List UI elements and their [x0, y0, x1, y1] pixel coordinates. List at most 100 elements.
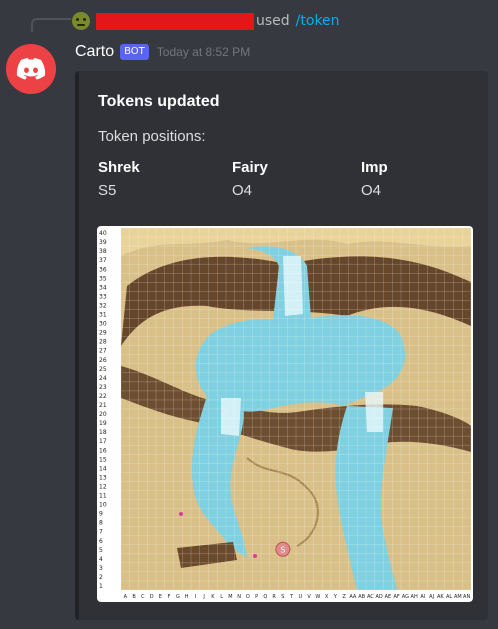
map-row-label: 19 — [99, 420, 107, 427]
field-value: S5 — [98, 182, 117, 199]
map-col-label: T — [289, 594, 294, 600]
map-row-label: 34 — [99, 284, 107, 291]
map-col-label: S — [281, 594, 284, 600]
field-value: O4 — [361, 182, 382, 199]
map-row-label: 25 — [99, 366, 107, 373]
field-name: Shrek — [98, 159, 140, 176]
map-col-label: K — [211, 594, 215, 600]
map-row-label: 11 — [99, 493, 107, 500]
map-waterfall-left — [221, 398, 241, 436]
map-waterfall-top — [283, 256, 303, 316]
map-col-label: J — [202, 594, 204, 600]
map-col-label: W — [315, 594, 320, 600]
map-col-label: F — [168, 594, 171, 600]
map-row-label: 20 — [99, 411, 107, 418]
map-row-label: 22 — [99, 393, 107, 400]
field-name: Fairy — [232, 159, 268, 176]
map-row-label: 26 — [99, 357, 107, 364]
field-value: O4 — [232, 182, 253, 199]
map-col-label: B — [132, 594, 136, 600]
map-marker-dot — [179, 512, 183, 516]
map-col-label: AC — [367, 594, 374, 600]
map-col-label: V — [307, 594, 311, 600]
map-row-label: 36 — [99, 266, 107, 273]
map-row-label: 37 — [99, 257, 107, 264]
map-token-label: S — [280, 545, 285, 554]
map-col-label: N — [237, 594, 241, 600]
reply-connector — [31, 18, 71, 32]
map-col-label: L — [220, 594, 223, 600]
map-row-label: 3 — [99, 565, 103, 572]
author-name[interactable]: Carto — [75, 43, 114, 61]
map-row-label: 31 — [99, 312, 107, 319]
map-col-label: X — [325, 594, 329, 600]
map-row-label: 6 — [99, 538, 103, 545]
map-row-label: 16 — [99, 447, 107, 454]
map-col-label: R — [272, 594, 276, 600]
map-col-label: AG — [402, 594, 409, 600]
field-fairy: Fairy O4 — [232, 159, 268, 199]
map-row-label: 10 — [99, 502, 107, 509]
map-col-label: AI — [420, 594, 425, 600]
map-row-label: 1 — [99, 583, 103, 590]
map-col-label: AJ — [429, 594, 434, 600]
map-col-label: AH — [411, 594, 418, 600]
map-row-label: 15 — [99, 456, 107, 463]
map-col-label: C — [141, 594, 145, 600]
redacted-username — [96, 12, 254, 30]
map-col-label: AA — [349, 594, 357, 600]
field-name: Imp — [361, 159, 388, 176]
map-col-label: A — [124, 594, 128, 600]
reply-command[interactable]: /token — [296, 13, 340, 29]
map-row-label: 18 — [99, 429, 107, 436]
map-row-label: 7 — [99, 529, 103, 536]
map-col-label: I — [195, 594, 196, 600]
map-col-label: AE — [385, 594, 392, 600]
map-row-label: 23 — [99, 384, 107, 391]
field-shrek: Shrek S5 — [98, 159, 140, 199]
map-col-label: P — [255, 594, 258, 600]
map-row-label: 2 — [99, 574, 103, 581]
map-row-label: 17 — [99, 438, 107, 445]
map-image[interactable]: 1 2 3 4 5 6 7 8 9 10 11 12 13 14 15 16 17 18 19 20 21 22 23 24 2… — [97, 226, 473, 602]
reply-reference[interactable]: used /token — [72, 9, 340, 33]
map-col-label: AD — [375, 594, 382, 600]
map-row-label: 39 — [99, 239, 107, 246]
map-row-label: 9 — [99, 511, 103, 518]
map-row-label: 12 — [99, 483, 107, 490]
avatar[interactable] — [6, 44, 56, 94]
map-col-label: AF — [393, 594, 399, 600]
bot-tag: BOT — [120, 44, 149, 60]
map-col-label: E — [159, 594, 162, 600]
map-col-label: Z — [342, 594, 346, 600]
map-col-label: M — [228, 594, 232, 600]
map-row-label: 24 — [99, 375, 107, 382]
map-row-label: 21 — [99, 402, 107, 409]
map-col-label: O — [246, 594, 250, 600]
map-row-label: 13 — [99, 474, 107, 481]
map-waterfall-right — [365, 392, 383, 432]
map-col-label: H — [185, 594, 189, 600]
map-col-label: AB — [358, 594, 365, 600]
embed-description: Token positions: — [98, 128, 206, 145]
map-col-label: Q — [263, 594, 267, 600]
map-row-label: 27 — [99, 348, 107, 355]
map-row-label: 8 — [99, 520, 103, 527]
map-row-label: 40 — [99, 230, 107, 237]
map-row-label: 35 — [99, 275, 107, 282]
reply-used-text: used — [256, 13, 290, 29]
reply-avatar — [72, 12, 90, 30]
map-col-label: AL — [446, 594, 452, 600]
map-row-label: 28 — [99, 339, 107, 346]
map-col-label: U — [299, 594, 303, 600]
timestamp[interactable]: Today at 8:52 PM — [157, 45, 250, 59]
map-row-label: 33 — [99, 293, 107, 300]
map-col-label: D — [150, 594, 154, 600]
map-row-label: 38 — [99, 248, 107, 255]
map-marker-dot — [253, 554, 257, 558]
map-row-label: 29 — [99, 330, 107, 337]
embed-title: Tokens updated — [98, 93, 220, 110]
map-row-label: 14 — [99, 465, 107, 472]
map-col-label: AN — [463, 594, 470, 600]
map-col-label: AM — [454, 594, 462, 600]
